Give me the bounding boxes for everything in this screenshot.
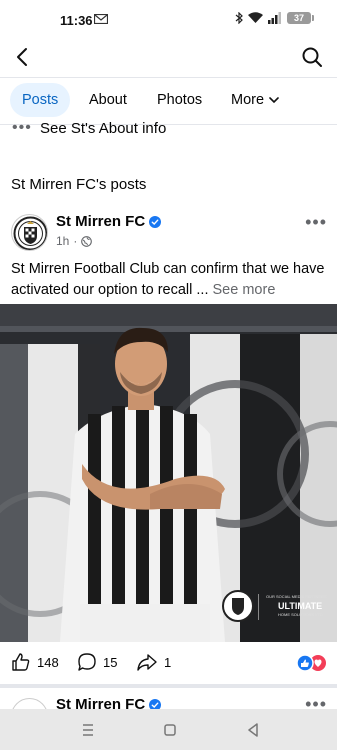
tab-more-label: More bbox=[231, 92, 265, 108]
more-dots-icon: ••• bbox=[12, 119, 32, 136]
page-tabs: Posts About Photos More bbox=[0, 83, 337, 119]
tab-photos[interactable]: Photos bbox=[157, 83, 202, 117]
tab-posts[interactable]: Posts bbox=[10, 83, 71, 117]
thumbs-up-icon bbox=[12, 653, 30, 671]
post-text: St Mirren Football Club can confirm that… bbox=[11, 259, 327, 301]
system-nav-bar bbox=[0, 709, 337, 750]
battery-icon: 37 bbox=[287, 12, 314, 24]
status-icons: 37 bbox=[235, 12, 314, 24]
sponsor-small-text: OUR SOCIAL MEDIA PARTNERS bbox=[266, 594, 327, 599]
about-info-row[interactable]: ••• See St's About info bbox=[12, 118, 166, 138]
player-photo bbox=[0, 304, 337, 642]
tab-more[interactable]: More bbox=[231, 83, 279, 117]
share-count: 1 bbox=[164, 654, 172, 670]
chevron-down-icon bbox=[269, 96, 279, 103]
post-options-icon[interactable]: ••• bbox=[305, 212, 327, 233]
like-count: 148 bbox=[37, 654, 59, 670]
recent-apps-icon[interactable] bbox=[78, 720, 98, 740]
sponsor-name: ULTIMATE bbox=[278, 601, 323, 611]
back-arrow-icon[interactable] bbox=[10, 44, 36, 70]
share-button[interactable]: 1 bbox=[136, 652, 171, 672]
author-name[interactable]: St Mirren FC bbox=[56, 213, 162, 230]
post-header: St Mirren FC 1h · ••• bbox=[0, 212, 337, 252]
avatar[interactable] bbox=[11, 214, 48, 251]
reaction-summary-icons[interactable] bbox=[295, 654, 327, 672]
about-info-link[interactable]: See St's About info bbox=[40, 120, 166, 137]
post-separator bbox=[0, 684, 337, 688]
home-icon[interactable] bbox=[160, 720, 180, 740]
sponsor-sub-text: HOME SOLUTIONS LTD bbox=[278, 612, 323, 617]
top-nav-bar bbox=[0, 40, 337, 76]
post-meta: 1h · bbox=[56, 234, 93, 248]
author-name-text: St Mirren FC bbox=[56, 213, 146, 230]
signal-icon bbox=[268, 12, 281, 24]
reactions-bar: 148 15 1 bbox=[0, 650, 337, 676]
divider bbox=[0, 77, 337, 78]
share-icon bbox=[137, 654, 157, 671]
see-more-link[interactable]: See more bbox=[213, 282, 276, 298]
post-image[interactable]: OUR SOCIAL MEDIA PARTNERS ULTIMATE HOME … bbox=[0, 304, 337, 642]
search-icon[interactable] bbox=[299, 44, 325, 70]
back-nav-icon[interactable] bbox=[243, 720, 263, 740]
status-time: 11:36 bbox=[60, 13, 93, 28]
tab-about[interactable]: About bbox=[89, 83, 127, 117]
globe-icon bbox=[81, 235, 93, 247]
post-body: St Mirren Football Club can confirm that… bbox=[11, 261, 325, 298]
bluetooth-icon bbox=[235, 12, 243, 24]
section-title: St Mirren FC's posts bbox=[11, 176, 147, 193]
verified-badge-icon bbox=[149, 215, 162, 228]
comment-icon bbox=[78, 653, 96, 671]
comment-button[interactable]: 15 bbox=[77, 652, 117, 672]
mail-icon bbox=[94, 14, 108, 24]
wifi-icon bbox=[248, 12, 263, 23]
post-time: 1h bbox=[56, 234, 70, 248]
status-bar: 11:36 37 bbox=[0, 0, 337, 40]
like-button[interactable]: 148 bbox=[11, 652, 59, 672]
comment-count: 15 bbox=[103, 654, 118, 670]
club-crest-icon bbox=[13, 216, 47, 250]
